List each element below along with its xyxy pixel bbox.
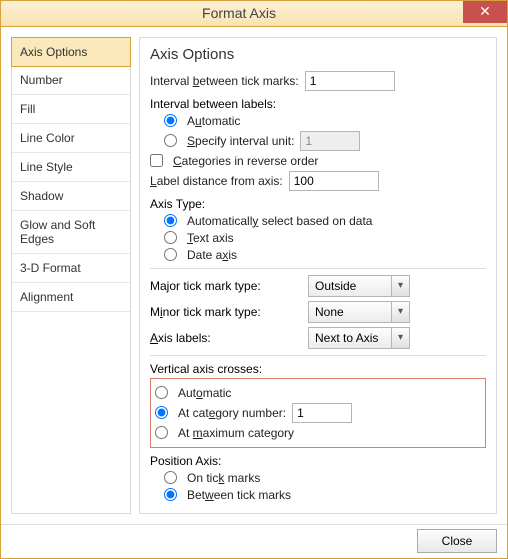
interval-labels-specify-input[interactable] <box>300 131 360 151</box>
titlebar: Format Axis ? <box>1 1 507 27</box>
separator <box>150 268 486 269</box>
axis-type-label: Axis Type: <box>150 197 486 211</box>
axis-labels-label: Axis labels: <box>150 331 211 345</box>
dialog-window: Format Axis ? Axis Options Number Fill L… <box>0 0 508 559</box>
sidebar-item-alignment[interactable]: Alignment <box>12 283 130 312</box>
content-heading: Axis Options <box>150 46 486 63</box>
minor-tick-label: Minor tick mark type: <box>150 305 261 319</box>
content-pane: Axis Options Interval between tick marks… <box>139 37 497 514</box>
sidebar-item-line-style[interactable]: Line Style <box>12 153 130 182</box>
minor-tick-value: None <box>308 301 392 323</box>
chevron-down-icon[interactable] <box>392 301 410 323</box>
interval-labels-auto-radio[interactable] <box>164 114 177 127</box>
major-tick-combo[interactable]: Outside <box>308 275 410 297</box>
pos-between-radio[interactable] <box>164 488 177 501</box>
sidebar: Axis Options Number Fill Line Color Line… <box>11 37 131 514</box>
sidebar-item-fill[interactable]: Fill <box>12 95 130 124</box>
pos-ontick-label: On tick marks <box>187 471 260 485</box>
sidebar-item-glow[interactable]: Glow and Soft Edges <box>12 211 130 254</box>
sidebar-item-line-color[interactable]: Line Color <box>12 124 130 153</box>
vax-label: Vertical axis crosses: <box>150 362 486 376</box>
interval-ticks-input[interactable] <box>305 71 395 91</box>
pos-label: Position Axis: <box>150 454 486 468</box>
vax-auto-label: Automatic <box>178 386 231 400</box>
window-title: Format Axis <box>1 5 477 21</box>
interval-labels-auto-label: Automatic <box>187 114 240 128</box>
footer: Close <box>1 524 507 558</box>
sidebar-item-axis-options[interactable]: Axis Options <box>11 37 131 67</box>
close-icon[interactable] <box>463 1 507 23</box>
axis-type-text-label: Text axis <box>187 231 234 245</box>
vax-cat-label: At category number: <box>178 406 286 420</box>
reverse-order-checkbox[interactable] <box>150 154 163 167</box>
separator <box>150 355 486 356</box>
sidebar-item-number[interactable]: Number <box>12 66 130 95</box>
vax-cat-radio[interactable] <box>155 406 168 419</box>
interval-labels-specify-radio[interactable] <box>164 134 177 147</box>
interval-labels-specify-label: Specify interval unit: <box>187 134 294 148</box>
axis-type-date-radio[interactable] <box>164 248 177 261</box>
minor-tick-combo[interactable]: None <box>308 301 410 323</box>
interval-labels-label: Interval between labels: <box>150 97 486 111</box>
sidebar-item-shadow[interactable]: Shadow <box>12 182 130 211</box>
vax-auto-radio[interactable] <box>155 386 168 399</box>
major-tick-label: Major tick mark type: <box>150 279 261 293</box>
major-tick-value: Outside <box>308 275 392 297</box>
axis-type-auto-radio[interactable] <box>164 214 177 227</box>
label-distance-label: Label distance from axis: <box>150 174 283 188</box>
reverse-order-label: Categories in reverse order <box>173 154 318 168</box>
interval-ticks-label: Interval between tick marks: <box>150 74 299 88</box>
pos-between-label: Between tick marks <box>187 488 291 502</box>
vax-max-label: At maximum category <box>178 426 294 440</box>
vax-cat-input[interactable] <box>292 403 352 423</box>
axis-type-date-label: Date axis <box>187 248 237 262</box>
dialog-body: Axis Options Number Fill Line Color Line… <box>1 27 507 524</box>
axis-labels-combo[interactable]: Next to Axis <box>308 327 410 349</box>
vax-max-radio[interactable] <box>155 426 168 439</box>
axis-labels-value: Next to Axis <box>308 327 392 349</box>
axis-type-text-radio[interactable] <box>164 231 177 244</box>
axis-type-auto-label: Automatically select based on data <box>187 214 372 228</box>
chevron-down-icon[interactable] <box>392 327 410 349</box>
highlight-box: Automatic At category number: At maximum… <box>150 378 486 448</box>
pos-ontick-radio[interactable] <box>164 471 177 484</box>
label-distance-input[interactable] <box>289 171 379 191</box>
chevron-down-icon[interactable] <box>392 275 410 297</box>
close-button[interactable]: Close <box>417 529 497 553</box>
sidebar-item-3d-format[interactable]: 3-D Format <box>12 254 130 283</box>
